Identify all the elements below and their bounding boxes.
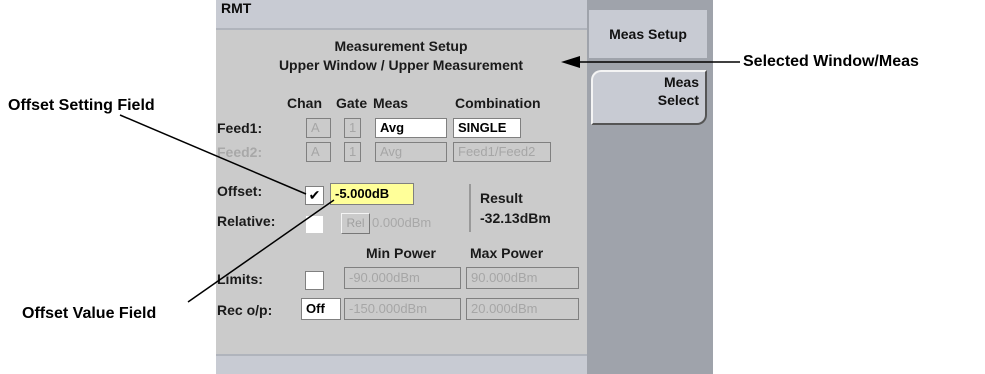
status-bar xyxy=(216,0,587,30)
combination-column-header: Combination xyxy=(455,95,541,111)
screen-title: Measurement Setup xyxy=(334,38,468,54)
meas-select-label-line2: Select xyxy=(657,92,699,108)
relative-checkbox[interactable] xyxy=(305,215,324,234)
offset-checkbox[interactable]: ✔ xyxy=(305,186,324,205)
result-value: -32.13dBm xyxy=(480,210,551,226)
feed1-label: Feed1: xyxy=(217,120,263,136)
feed1-meas-field[interactable]: Avg xyxy=(375,118,447,138)
rec-output-label: Rec o/p: xyxy=(217,302,273,318)
feed2-channel-field: A xyxy=(306,142,331,162)
limits-min-field: -90.000dBm xyxy=(344,267,461,289)
rec-max-field: 20.000dBm xyxy=(466,298,579,320)
offset-setting-callout: Offset Setting Field xyxy=(8,97,155,114)
meas-setup-softkey-label: Meas Setup xyxy=(609,26,687,42)
feed2-combination-field: Feed1/Feed2 xyxy=(453,142,551,162)
limits-label: Limits: xyxy=(217,271,263,287)
feed1-gate-field: 1 xyxy=(344,118,361,138)
meas-column-header: Meas xyxy=(373,95,409,111)
rel-button[interactable]: Rel xyxy=(341,213,370,234)
result-divider xyxy=(469,184,471,232)
feed2-meas-field: Avg xyxy=(375,142,447,162)
remote-status-indicator: RMT xyxy=(221,0,252,16)
relative-value: 0.000dBm xyxy=(372,215,432,230)
screen-subtitle: Upper Window / Upper Measurement xyxy=(278,57,524,73)
offset-value-field[interactable]: -5.000dB xyxy=(330,183,414,205)
limits-max-field: 90.000dBm xyxy=(466,267,579,289)
max-power-header: Max Power xyxy=(470,245,544,261)
relative-label: Relative: xyxy=(217,213,276,229)
min-power-header: Min Power xyxy=(366,245,437,261)
bottom-status-bar xyxy=(216,354,587,374)
offset-value-callout: Offset Value Field xyxy=(22,305,157,322)
gate-column-header: Gate xyxy=(336,95,368,111)
chan-column-header: Chan xyxy=(287,95,322,111)
rec-min-field: -150.000dBm xyxy=(344,298,461,320)
feed2-gate-field: 1 xyxy=(344,142,361,162)
result-label: Result xyxy=(480,190,523,206)
feed1-channel-field: A xyxy=(306,118,331,138)
feed2-label: Feed2: xyxy=(217,144,263,160)
feed1-combination-field[interactable]: SINGLE xyxy=(453,118,521,138)
rec-output-toggle[interactable]: Off xyxy=(301,298,341,320)
limits-checkbox[interactable] xyxy=(305,271,324,290)
selected-window-callout: Selected Window/Meas xyxy=(743,53,919,70)
offset-label: Offset: xyxy=(217,183,263,199)
meas-select-label-line1: Meas xyxy=(663,74,699,90)
